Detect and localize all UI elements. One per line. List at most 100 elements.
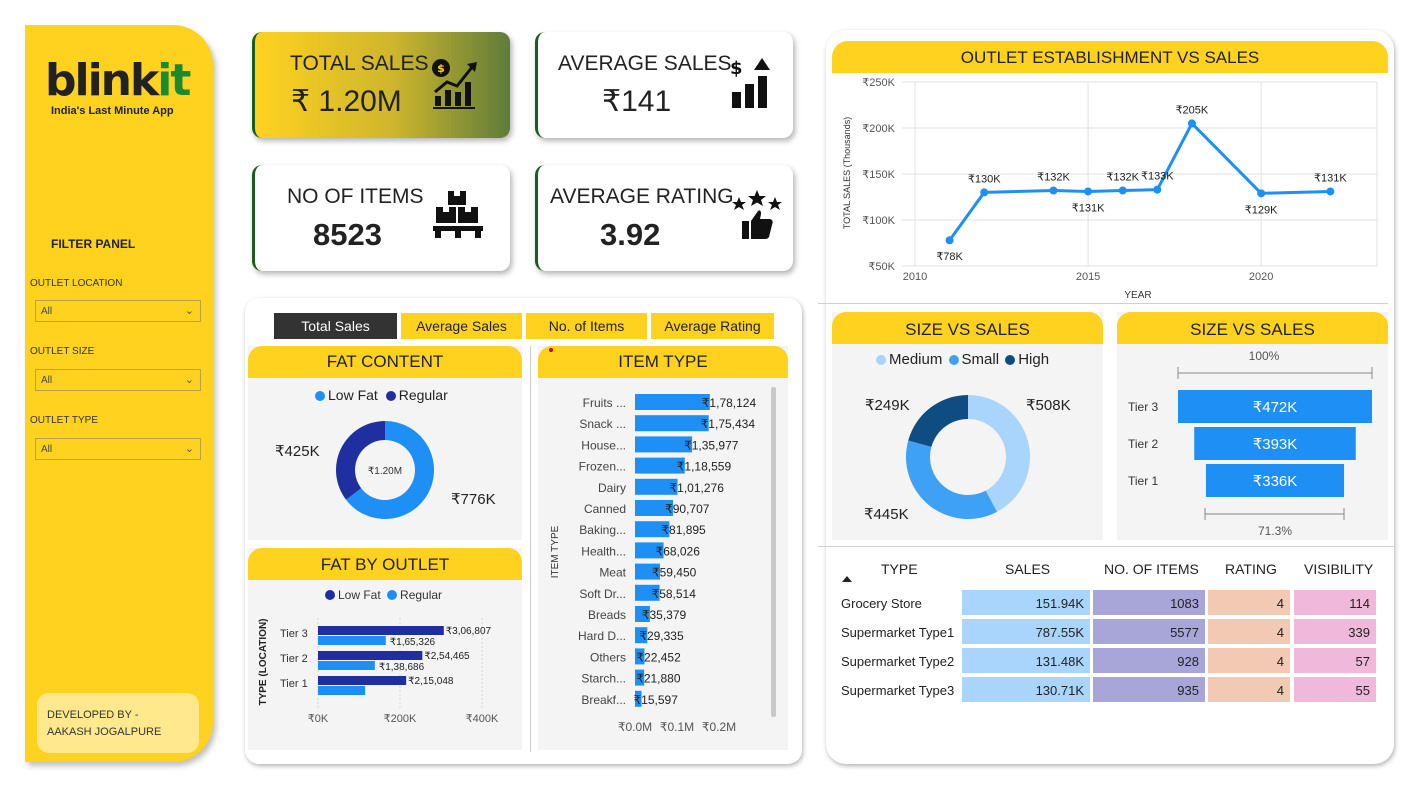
sort-ascending-icon[interactable] <box>842 576 852 582</box>
kpi-value: ₹ 1.20M <box>291 85 402 118</box>
item-type-title: ITEM TYPE <box>538 346 788 378</box>
cell-rating: 4 <box>1208 677 1290 702</box>
line-point[interactable] <box>1153 185 1162 194</box>
bar-regular[interactable] <box>318 636 386 645</box>
category-label: Baking... <box>579 523 626 537</box>
data-label: ₹1,01,276 <box>670 481 725 495</box>
data-label: ₹78K <box>936 251 963 263</box>
legend-dot <box>1005 355 1016 365</box>
legend-medium: Medium <box>889 351 943 368</box>
category-label: Tier 1 <box>280 678 308 690</box>
divider <box>818 546 1394 547</box>
fat-content-title: FAT CONTENT <box>248 346 522 378</box>
bar-low-fat[interactable] <box>318 676 407 685</box>
developer-credit: DEVELOPED BY - AAKASH JOGALPURE <box>37 693 199 753</box>
col-header-rating[interactable]: RATING <box>1225 561 1277 577</box>
legend-dot <box>948 355 959 365</box>
cell-visibility: 57 <box>1294 648 1376 673</box>
donut-slice-high[interactable] <box>908 395 968 447</box>
category-label: Health... <box>581 544 626 558</box>
funnel-category-label: Tier 1 <box>1128 474 1159 488</box>
x-tick-label: 2015 <box>1076 271 1100 283</box>
line-point[interactable] <box>1187 119 1196 128</box>
tab-no-of-items[interactable]: No. of Items <box>526 313 647 339</box>
outlet-size-label: OUTLET SIZE <box>30 346 95 357</box>
tab-average-sales[interactable]: Average Sales <box>401 313 522 339</box>
data-label: ₹22,452 <box>636 650 681 664</box>
size-donut-title: SIZE VS SALES <box>832 312 1103 344</box>
size-funnel-chart: 100% 71.3% Tier 3 ₹472K Tier 2 ₹393K Tier 1 ₹… <box>1128 349 1373 538</box>
line-point[interactable] <box>1118 186 1127 195</box>
legend-low-fat: Low Fat <box>328 387 378 403</box>
item-bar[interactable] <box>635 415 709 432</box>
bar-low-fat[interactable] <box>318 626 444 635</box>
svg-text:$: $ <box>730 58 743 79</box>
outlet-size-select[interactable]: All ⌄ <box>35 369 201 391</box>
cell-visibility: 114 <box>1294 590 1376 615</box>
item-bar[interactable] <box>635 394 710 410</box>
line-point[interactable] <box>945 236 954 245</box>
legend-dot <box>385 391 396 401</box>
chevron-down-icon: ⌄ <box>184 374 194 386</box>
fat-label-low-fat: ₹776K <box>451 491 496 508</box>
cell-sales: 787.55K <box>962 619 1090 644</box>
x-tick-label: 2010 <box>903 271 927 283</box>
funnel-category-label: Tier 3 <box>1128 400 1159 414</box>
money-growth-icon: $ <box>432 59 477 109</box>
data-label: ₹129K <box>1245 204 1278 216</box>
size-funnel-title: SIZE VS SALES <box>1117 312 1388 344</box>
divider <box>530 346 531 752</box>
data-label: ₹90,707 <box>665 502 710 516</box>
funnel-category-label: Tier 2 <box>1128 437 1159 451</box>
cell-rating: 4 <box>1208 619 1290 644</box>
category-label: Meat <box>599 566 626 580</box>
cell-type: Supermarket Type3 <box>841 683 955 698</box>
size-legend: Medium Small High <box>876 351 1049 368</box>
cell-items: 5577 <box>1093 619 1205 644</box>
donut-slice-small[interactable] <box>906 440 997 519</box>
legend-regular: Regular <box>398 387 448 403</box>
bar-regular[interactable] <box>318 661 375 670</box>
data-label: ₹1,78,124 <box>702 396 757 410</box>
cell-rating: 4 <box>1208 590 1290 615</box>
col-header-visibility[interactable]: VISIBILITY <box>1304 561 1373 577</box>
funnel-value-label: ₹472K <box>1253 399 1298 416</box>
category-label: Dairy <box>598 481 626 495</box>
outlet-size-value: All <box>41 375 53 386</box>
tab-average-rating[interactable]: Average Rating <box>651 313 774 339</box>
fat-content-legend: Low Fat Regular <box>315 387 448 403</box>
col-header-sales[interactable]: SALES <box>1005 561 1050 577</box>
funnel-top-label: 100% <box>1249 349 1280 363</box>
funnel-value-label: ₹393K <box>1253 436 1298 453</box>
svg-text:$: $ <box>437 62 445 75</box>
scrollbar[interactable] <box>771 387 776 717</box>
y-tick-label: ₹100K <box>862 215 895 227</box>
line-point[interactable] <box>1326 187 1335 196</box>
legend-regular: Regular <box>400 588 443 602</box>
kpi-title: NO OF ITEMS <box>287 185 424 208</box>
category-label: Tier 3 <box>280 628 308 640</box>
line-point[interactable] <box>1084 187 1093 196</box>
category-label: Breads <box>588 608 626 622</box>
kpi-title: TOTAL SALES <box>290 52 429 75</box>
line-point[interactable] <box>1257 189 1266 198</box>
outlet-type-select[interactable]: All ⌄ <box>35 438 201 460</box>
donut-center-label: ₹1.20M <box>368 466 402 477</box>
data-label: ₹1,38,686 <box>379 662 425 673</box>
outlet-location-select[interactable]: All ⌄ <box>35 300 201 322</box>
x-tick-label: ₹0.1M <box>660 720 694 734</box>
outlet-type-value: All <box>41 444 53 455</box>
col-header-type[interactable]: TYPE <box>881 561 918 577</box>
line-point[interactable] <box>980 188 989 197</box>
outlet-location-label: OUTLET LOCATION <box>30 278 123 289</box>
tab-total-sales[interactable]: Total Sales <box>274 313 397 339</box>
col-header-items[interactable]: NO. OF ITEMS <box>1104 561 1199 577</box>
axis-label: TYPE (LOCATION) <box>258 618 269 705</box>
line-point[interactable] <box>1049 186 1058 195</box>
bar-regular[interactable] <box>318 686 366 695</box>
data-label: ₹132K <box>1037 172 1070 184</box>
cell-type: Supermarket Type1 <box>841 625 955 640</box>
category-label: Frozen... <box>579 460 626 474</box>
donut-slice-regular[interactable] <box>336 421 385 500</box>
bar-low-fat[interactable] <box>318 651 423 660</box>
